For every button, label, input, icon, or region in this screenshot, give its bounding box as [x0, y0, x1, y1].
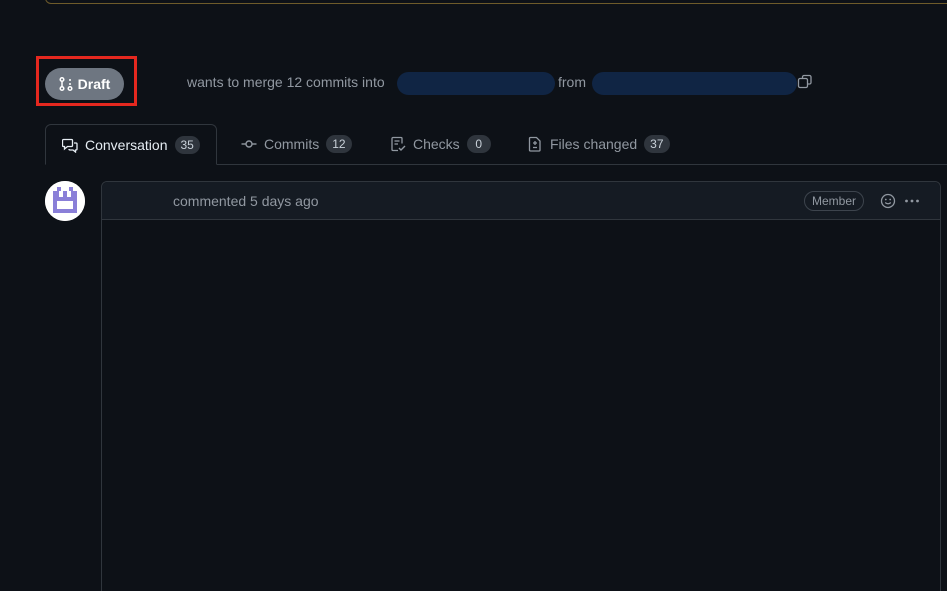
tab-conversation-label: Conversation: [85, 136, 168, 153]
pr-tab-bar: Conversation 35 Commits 12 Checks 0 File…: [45, 124, 947, 165]
kebab-horizontal-icon[interactable]: [904, 193, 920, 214]
draft-label: Draft: [77, 76, 111, 92]
tab-checks-count: 0: [466, 135, 491, 153]
copy-icon[interactable]: [797, 74, 813, 95]
base-branch-redacted[interactable]: [397, 72, 555, 95]
tab-conversation-count: 35: [174, 135, 200, 154]
tab-checks-label: Checks: [413, 136, 460, 152]
tab-commits[interactable]: Commits 12: [241, 124, 352, 164]
git-pull-request-draft-icon: [59, 76, 73, 92]
avatar[interactable]: [45, 181, 85, 221]
comment-discussion-icon: [62, 137, 78, 153]
head-branch-redacted[interactable]: [592, 72, 797, 95]
git-commit-icon: [241, 136, 257, 152]
tab-commits-label: Commits: [264, 136, 320, 152]
pull-request-page: Draft wants to merge 12 commits into fro…: [0, 0, 947, 591]
comment-card: commented 5 days ago Member: [101, 181, 941, 591]
from-label: from: [558, 74, 586, 90]
author-name-redacted[interactable]: [112, 192, 172, 210]
comment-timestamp[interactable]: commented 5 days ago: [173, 193, 319, 209]
tab-files-changed[interactable]: Files changed 37: [527, 124, 670, 164]
tab-checks[interactable]: Checks 0: [390, 124, 491, 164]
file-diff-icon: [527, 136, 543, 152]
previous-panel-edge: [45, 0, 947, 4]
tab-files-changed-count: 37: [644, 135, 670, 153]
tab-conversation[interactable]: Conversation 35: [45, 124, 217, 165]
comment-header: commented 5 days ago Member: [102, 182, 940, 220]
tab-commits-count: 12: [326, 135, 352, 153]
tab-files-changed-label: Files changed: [550, 136, 638, 152]
member-role-badge: Member: [804, 191, 865, 211]
smiley-icon[interactable]: [880, 193, 896, 214]
merge-description: wants to merge 12 commits into: [187, 74, 385, 90]
checklist-icon: [390, 136, 406, 152]
draft-state-badge: Draft: [45, 68, 124, 100]
